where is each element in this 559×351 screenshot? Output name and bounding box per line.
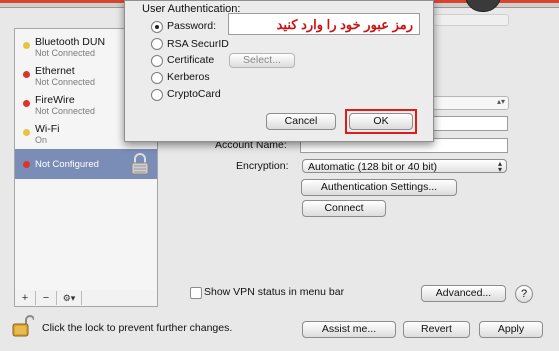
- remove-service-button[interactable]: −: [36, 291, 57, 305]
- status-dot-icon: [23, 71, 30, 78]
- help-button[interactable]: ?: [515, 285, 533, 303]
- show-vpn-status-checkbox[interactable]: [190, 287, 202, 299]
- vpn-lock-icon: [131, 153, 149, 175]
- status-area-faint: [432, 14, 509, 26]
- popup-arrows-icon: ▴▾: [497, 159, 502, 174]
- authentication-settings-button[interactable]: Authentication Settings...: [301, 179, 457, 196]
- padlock-open-icon[interactable]: [12, 314, 34, 338]
- certificate-select-button[interactable]: Select...: [229, 53, 295, 68]
- assist-me-button[interactable]: Assist me...: [302, 321, 396, 338]
- status-dot-icon: [23, 129, 30, 136]
- service-name: Ethernet: [35, 65, 75, 77]
- service-list-controls: + − ⚙▾: [14, 290, 158, 307]
- encryption-value: Automatic (128 bit or 40 bit): [308, 161, 437, 173]
- service-status: On: [35, 135, 48, 145]
- add-service-button[interactable]: +: [15, 291, 36, 305]
- ok-button[interactable]: OK: [349, 113, 413, 130]
- connect-button[interactable]: Connect: [302, 200, 386, 217]
- show-vpn-status-label: Show VPN status in menu bar: [204, 286, 345, 298]
- advanced-button[interactable]: Advanced...: [421, 285, 506, 302]
- service-name: FireWire: [35, 94, 75, 106]
- cancel-button[interactable]: Cancel: [266, 113, 336, 130]
- radio-cryptocard-label: CryptoCard: [167, 88, 221, 100]
- radio-certificate[interactable]: [151, 55, 163, 67]
- service-name: Wi-Fi: [35, 123, 60, 135]
- encryption-popup[interactable]: Automatic (128 bit or 40 bit) ▴ ▾: [302, 159, 507, 174]
- apply-button[interactable]: Apply: [479, 321, 543, 338]
- sheet-title: User Authentication:: [142, 3, 241, 15]
- service-status: Not Connected: [35, 77, 96, 87]
- status-dot-icon: [23, 100, 30, 107]
- encryption-label: Encryption:: [236, 160, 289, 172]
- status-dot-icon: [23, 161, 30, 168]
- service-name: Not Configured: [35, 159, 99, 170]
- radio-kerberos[interactable]: [151, 72, 163, 84]
- service-status: Not Connected: [35, 106, 96, 116]
- window-control-knob: [465, 0, 501, 12]
- revert-button[interactable]: Revert: [403, 321, 470, 338]
- service-action-menu-button[interactable]: ⚙▾: [57, 291, 82, 305]
- lock-message: Click the lock to prevent further change…: [42, 322, 233, 334]
- radio-password-label: Password:: [167, 20, 217, 32]
- service-item-vpn[interactable]: Not Configured: [15, 149, 157, 179]
- status-dot-icon: [23, 42, 30, 49]
- service-status: Not Connected: [35, 48, 96, 58]
- configuration-popup[interactable]: ▴▾: [432, 96, 509, 110]
- radio-rsa-securid-label: RSA SecurID: [167, 38, 229, 50]
- password-field[interactable]: رمز عبور خود را وارد کنید: [228, 13, 420, 35]
- radio-rsa-securid[interactable]: [151, 38, 163, 50]
- server-address-field[interactable]: [432, 116, 508, 131]
- radio-password[interactable]: [151, 21, 163, 33]
- radio-certificate-label: Certificate: [167, 54, 215, 66]
- service-name: Bluetooth DUN: [35, 36, 106, 48]
- authentication-sheet: User Authentication: Password: رمز عبور …: [124, 0, 434, 142]
- radio-cryptocard[interactable]: [151, 89, 163, 101]
- radio-kerberos-label: Kerberos: [167, 71, 210, 83]
- popup-arrows-icon: ▴▾: [496, 97, 505, 106]
